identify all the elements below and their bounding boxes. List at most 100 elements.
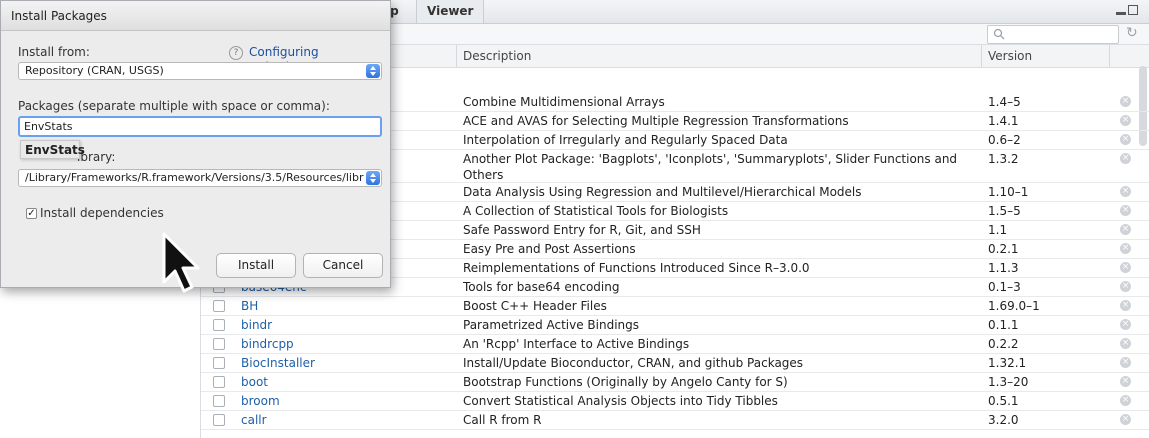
package-version: 1.1 [988, 223, 1008, 237]
package-checkbox[interactable] [213, 376, 225, 388]
package-name[interactable]: BH [241, 297, 258, 315]
package-checkbox[interactable] [213, 414, 225, 426]
remove-icon[interactable]: × [1120, 357, 1131, 368]
package-version: 0.1–3 [988, 280, 1021, 294]
package-version: 1.69.0–1 [988, 299, 1040, 313]
install-from-label: Install from: [18, 45, 90, 59]
package-checkbox[interactable] [213, 338, 225, 350]
remove-icon[interactable]: × [1120, 186, 1131, 197]
mouse-pointer-icon [162, 232, 200, 293]
package-version: 0.2.2 [988, 337, 1019, 351]
table-row: BiocInstaller Install/Update Bioconductor… [201, 354, 1149, 373]
remove-icon[interactable]: × [1120, 96, 1131, 107]
package-version: 0.5.1 [988, 394, 1019, 408]
select-arrow-icon[interactable] [366, 64, 380, 78]
search-input[interactable] [987, 25, 1119, 44]
package-version: 0.2.1 [988, 242, 1019, 256]
remove-icon[interactable]: × [1120, 338, 1131, 349]
package-version: 3.2.0 [988, 413, 1019, 427]
package-version: 1.1.3 [988, 261, 1019, 275]
autocomplete-suggestion[interactable]: EnvStats [20, 140, 85, 159]
package-description: Install/Update Bioconductor, CRAN, and g… [463, 356, 804, 370]
install-from-value: Repository (CRAN, USGS) [25, 64, 164, 77]
remove-icon[interactable]: × [1120, 300, 1131, 311]
select-arrow-icon[interactable] [366, 171, 380, 185]
remove-icon[interactable]: × [1120, 153, 1131, 164]
package-description: ACE and AVAS for Selecting Multiple Regr… [463, 114, 849, 128]
package-checkbox[interactable] [213, 357, 225, 369]
package-description: Call R from R [463, 413, 542, 427]
package-description: Reimplementations of Functions Introduce… [463, 261, 810, 275]
package-name[interactable]: BiocInstaller [241, 354, 315, 372]
help-icon: ? [229, 46, 243, 60]
remove-icon[interactable]: × [1120, 134, 1131, 145]
package-checkbox[interactable] [213, 319, 225, 331]
packages-input[interactable]: EnvStats [18, 116, 382, 137]
window-controls [1116, 4, 1142, 18]
remove-icon[interactable]: × [1120, 205, 1131, 216]
package-name[interactable]: boot [241, 373, 268, 391]
refresh-icon[interactable]: ↻ [1126, 26, 1138, 40]
package-description: Combine Multidimensional Arrays [463, 95, 665, 109]
table-row: callr Call R from R 3.2.0 × [201, 411, 1149, 430]
package-version: 1.4–5 [988, 95, 1021, 109]
package-name[interactable]: broom [241, 392, 280, 410]
install-button[interactable]: Install [216, 253, 296, 278]
maximize-icon[interactable] [1128, 5, 1138, 15]
package-description: Boost C++ Header Files [463, 299, 607, 313]
table-row: bindrcpp An 'Rcpp' Interface to Active Bi… [201, 335, 1149, 354]
package-description: Tools for base64 encoding [463, 280, 620, 294]
remove-icon[interactable]: × [1120, 281, 1131, 292]
package-version: 0.1.1 [988, 318, 1019, 332]
header-version[interactable]: Version [988, 45, 1032, 67]
install-library-value: /Library/Frameworks/R.framework/Versions… [25, 171, 364, 184]
install-dependencies-checkbox[interactable]: ✓ [26, 208, 37, 219]
remove-icon[interactable]: × [1120, 243, 1131, 254]
column-divider [981, 45, 982, 67]
package-name[interactable]: callr [241, 411, 267, 429]
package-description: An 'Rcpp' Interface to Active Bindings [463, 337, 690, 351]
table-row: boot Bootstrap Functions (Originally by A… [201, 373, 1149, 392]
dialog-title: Install Packages [1, 1, 390, 31]
package-description: Convert Statistical Analysis Objects int… [463, 394, 778, 408]
remove-icon[interactable]: × [1120, 414, 1131, 425]
package-version: 0.6–2 [988, 133, 1021, 147]
package-description: Easy Pre and Post Assertions [463, 242, 636, 256]
remove-icon[interactable]: × [1120, 262, 1131, 273]
cancel-button[interactable]: Cancel [303, 253, 383, 278]
column-divider [1109, 45, 1110, 67]
package-description: A Collection of Statistical Tools for Bi… [463, 204, 729, 218]
install-library-select[interactable]: /Library/Frameworks/R.framework/Versions… [18, 169, 382, 187]
package-checkbox[interactable] [213, 395, 225, 407]
table-row: bindr Parametrized Active Bindings 0.1.1 × [201, 316, 1149, 335]
install-dependencies-label[interactable]: Install dependencies [40, 206, 164, 220]
package-version: 1.3–20 [988, 375, 1029, 389]
package-version: 1.32.1 [988, 356, 1027, 370]
table-row: BH Boost C++ Header Files 1.69.0–1 × [201, 297, 1149, 316]
package-description: Parametrized Active Bindings [463, 318, 640, 332]
minimize-icon[interactable] [1116, 12, 1126, 15]
package-version: 1.5–5 [988, 204, 1021, 218]
package-checkbox[interactable] [213, 300, 225, 312]
package-description: Data Analysis Using Regression and Multi… [463, 185, 862, 199]
package-description: Safe Password Entry for R, Git, and SSH [463, 223, 701, 237]
package-version: 1.10–1 [988, 185, 1029, 199]
package-name[interactable]: bindrcpp [241, 335, 294, 353]
install-from-select[interactable]: Repository (CRAN, USGS) [18, 62, 382, 80]
remove-icon[interactable]: × [1120, 395, 1131, 406]
column-divider [456, 45, 457, 67]
package-description: Interpolation of Irregularly and Regular… [463, 133, 788, 147]
package-name[interactable]: bindr [241, 316, 272, 334]
remove-icon[interactable]: × [1120, 376, 1131, 387]
tab-viewer[interactable]: Viewer [416, 0, 485, 23]
table-row: broom Convert Statistical Analysis Object… [201, 392, 1149, 411]
packages-label: Packages (separate multiple with space o… [18, 99, 330, 113]
remove-icon[interactable]: × [1120, 115, 1131, 126]
package-description: Bootstrap Functions (Originally by Angel… [463, 375, 788, 389]
remove-icon[interactable]: × [1120, 319, 1131, 330]
header-description[interactable]: Description [463, 45, 531, 67]
package-description: Another Plot Package: 'Bagplots', 'Iconp… [463, 152, 958, 182]
package-version: 1.3.2 [988, 152, 1019, 166]
search-icon [993, 28, 1005, 40]
remove-icon[interactable]: × [1120, 224, 1131, 235]
